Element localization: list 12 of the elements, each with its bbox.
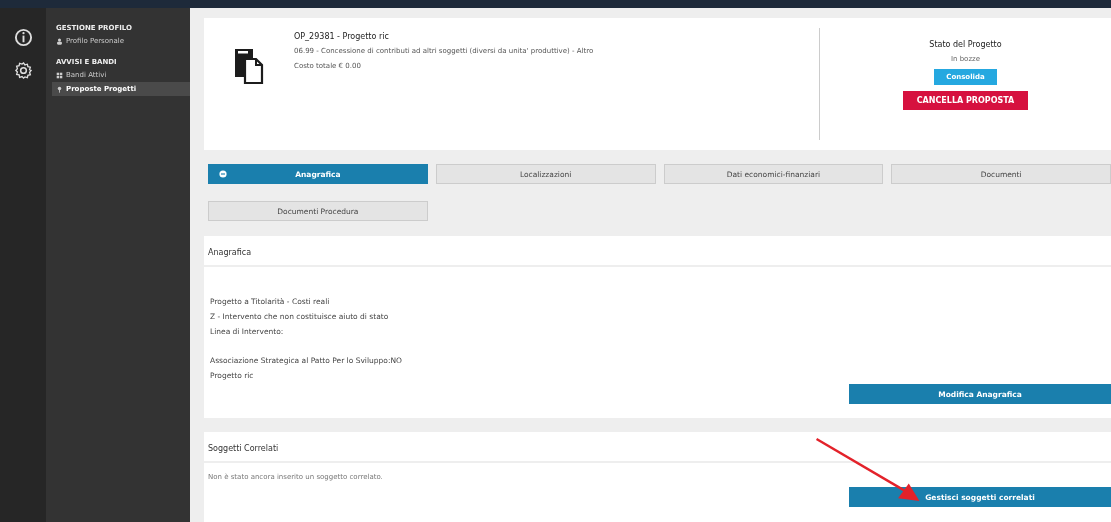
- delete-button[interactable]: CANCELLA PROPOSTA: [902, 91, 1029, 110]
- minus-circle-icon: [219, 170, 227, 178]
- grid-icon: [56, 71, 63, 79]
- settings-icon[interactable]: [13, 61, 33, 80]
- info-icon[interactable]: [13, 28, 33, 47]
- documents-icon: [234, 48, 264, 84]
- pin-icon: [56, 85, 63, 93]
- panel-title: Anagrafica: [204, 236, 1111, 267]
- status-heading: Stato del Progetto: [929, 40, 1002, 49]
- user-icon: [56, 37, 63, 45]
- project-title: OP_29381 - Progetto ric: [294, 32, 390, 41]
- panel-title: Soggetti Correlati: [204, 432, 1111, 463]
